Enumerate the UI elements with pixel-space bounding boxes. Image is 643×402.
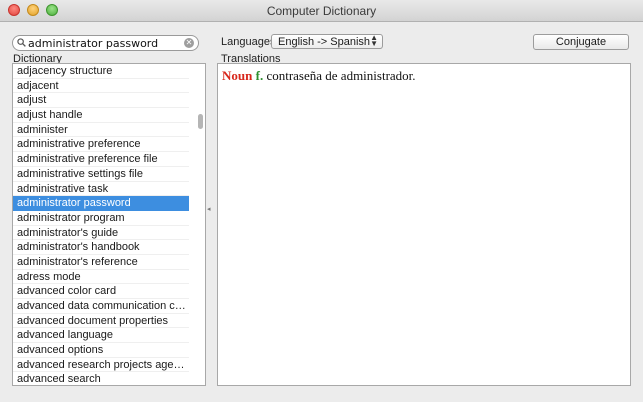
dictionary-list[interactable]: adjacency structure adjacent adjust adjust …	[12, 63, 206, 386]
list-scrollbar[interactable]	[198, 114, 203, 129]
dictionary-list-item[interactable]: administer	[13, 123, 189, 138]
dictionary-list-item[interactable]: adjacent	[13, 79, 189, 94]
dictionary-list-item[interactable]: administrative preference	[13, 137, 189, 153]
app-window: Computer Dictionary administrator passwo…	[0, 0, 643, 402]
dictionary-list-item[interactable]: administrative preference file	[13, 152, 189, 167]
dictionary-list-item[interactable]: adress mode	[13, 270, 189, 285]
dictionary-list-item[interactable]: advanced data communication control...	[13, 299, 189, 314]
part-of-speech: Noun	[222, 68, 253, 83]
dictionary-list-item[interactable]: adjust handle	[13, 108, 189, 123]
dictionary-list-item[interactable]: adjacency structure	[13, 64, 189, 79]
dictionary-list-item[interactable]: administrative settings file	[13, 167, 189, 182]
dictionary-list-item[interactable]: administrator password	[13, 196, 189, 211]
title-bar: Computer Dictionary	[0, 0, 643, 22]
conjugate-button[interactable]: Conjugate	[533, 34, 629, 50]
dictionary-list-item[interactable]: advanced search	[13, 372, 189, 385]
search-icon	[17, 38, 26, 47]
dictionary-list-item[interactable]: administrator's handbook	[13, 240, 189, 255]
dictionary-list-item[interactable]: administrator's reference	[13, 255, 189, 270]
languages-label: Languages:	[221, 36, 279, 48]
dictionary-list-item[interactable]: advanced research projects agency networ…	[13, 358, 189, 373]
dictionary-list-item[interactable]: administrator program	[13, 211, 189, 226]
dictionary-list-item[interactable]: adjust	[13, 93, 189, 109]
language-select-value: English -> Spanish	[278, 36, 371, 48]
split-handle-icon[interactable]: ◂	[207, 205, 211, 213]
select-arrows-icon: ▲ ▼	[370, 33, 378, 48]
language-select[interactable]: English -> Spanish ▲ ▼	[271, 34, 383, 49]
dictionary-list-item[interactable]: advanced color card	[13, 284, 189, 299]
dictionary-list-item[interactable]: administrative task	[13, 182, 189, 197]
search-field[interactable]: administrator password ✕	[12, 35, 199, 51]
translation-pane: Noun f. contraseña de administrador.	[217, 63, 631, 386]
translation-text: contraseña de administrador.	[266, 68, 416, 83]
search-input[interactable]: administrator password	[28, 37, 158, 50]
window-title: Computer Dictionary	[266, 4, 377, 18]
gender-marker: f.	[255, 68, 264, 83]
dictionary-list-item[interactable]: advanced options	[13, 343, 189, 358]
clear-search-icon[interactable]: ✕	[184, 38, 194, 48]
dictionary-list-item[interactable]: advanced language	[13, 328, 189, 344]
dictionary-list-item[interactable]: administrator's guide	[13, 226, 189, 241]
translation-entry: Noun f. contraseña de administrador.	[222, 68, 416, 84]
dictionary-list-item[interactable]: advanced document properties	[13, 314, 189, 329]
